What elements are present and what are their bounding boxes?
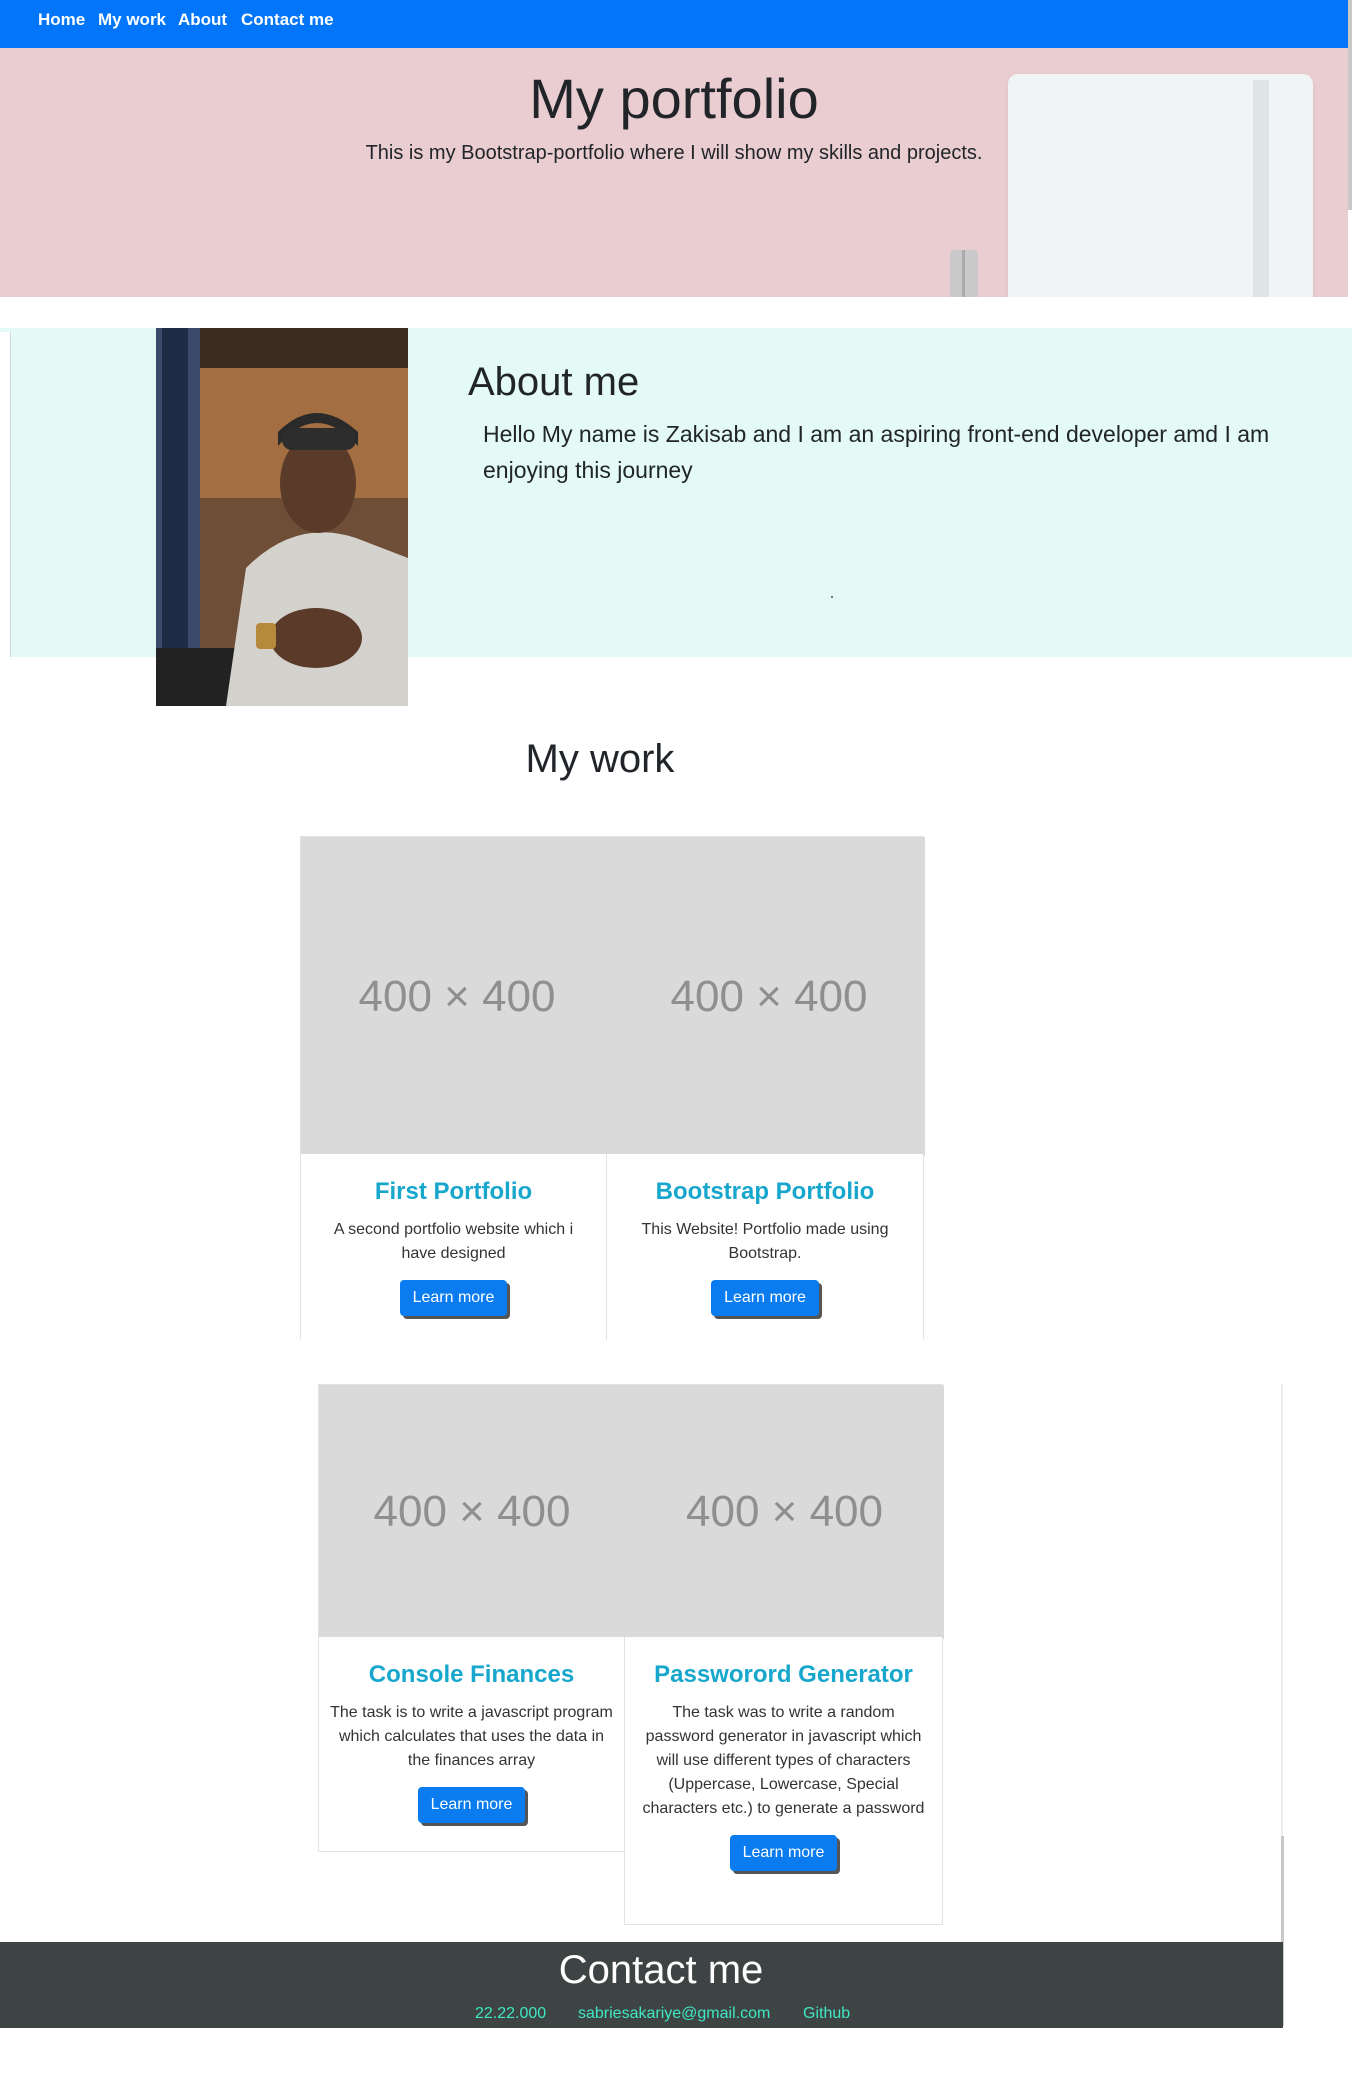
card-text: This Website! Portfolio made using Boots… — [641, 1221, 889, 1262]
my-work-title: My work — [525, 737, 675, 781]
about-title: About me — [468, 360, 640, 404]
page-scrollbar-thumb[interactable] — [1348, 0, 1352, 210]
card-title: First Portfolio — [374, 1178, 533, 1205]
learn-more-button[interactable]: Learn more — [711, 1280, 819, 1316]
nav-about-link[interactable]: About — [178, 10, 227, 30]
nav-my-work-link[interactable]: My work — [98, 10, 166, 30]
contact-phone[interactable]: 22.22.000 — [475, 2005, 546, 2023]
about-dot — [831, 596, 833, 598]
project-card-bootstrap-portfolio: Bootstrap Portfolio This Website! Portfo… — [606, 1154, 924, 1340]
project-card-first-portfolio: First Portfolio A second portfolio websi… — [300, 1154, 607, 1340]
card-title: Passworord Generator — [654, 1661, 913, 1688]
profile-photo — [156, 328, 408, 706]
nav-contact-link[interactable]: Contact me — [241, 10, 334, 30]
navbar: Home My work About Contact me — [0, 0, 1348, 48]
hero-pen-detail — [962, 250, 965, 297]
card-row2-image: 400 × 400 400 × 400 — [318, 1384, 944, 1639]
learn-more-button[interactable]: Learn more — [399, 1280, 508, 1316]
card-title: Bootstrap Portfolio — [655, 1178, 875, 1205]
card-text: The task is to write a javascript progra… — [330, 1704, 613, 1769]
learn-more-button[interactable]: Learn more — [417, 1787, 526, 1823]
about-left-edge — [0, 332, 11, 657]
hero-subtitle: This is my Bootstrap-portfolio where I w… — [365, 142, 983, 164]
project-card-console-finances: Console Finances The task is to write a … — [318, 1637, 625, 1852]
card-image-placeholder: 400 × 400 — [319, 1385, 625, 1639]
contact-email-link[interactable]: sabriesakariye@gmail.com — [578, 2005, 770, 2023]
card-row1-image: 400 × 400 400 × 400 — [300, 836, 925, 1156]
about-text: Hello My name is Zakisab and I am an asp… — [483, 421, 1270, 483]
project-card-password-generator: Passworord Generator The task was to wri… — [624, 1637, 943, 1925]
learn-more-button[interactable]: Learn more — [729, 1835, 838, 1871]
contact-title: Contact me — [558, 1948, 764, 1992]
card-title: Console Finances — [368, 1661, 575, 1688]
nav-home-link[interactable]: Home — [38, 10, 85, 30]
hero-title: My portfolio — [529, 67, 819, 130]
card-image-placeholder: 400 × 400 — [301, 837, 613, 1156]
card-image-placeholder: 400 × 400 — [613, 837, 925, 1156]
card-image-placeholder: 400 × 400 — [625, 1385, 944, 1639]
contact-github-link[interactable]: Github — [803, 2005, 850, 2023]
card-text: A second portfolio website which i have … — [333, 1221, 574, 1262]
card-text: The task was to write a random password … — [642, 1704, 925, 1817]
